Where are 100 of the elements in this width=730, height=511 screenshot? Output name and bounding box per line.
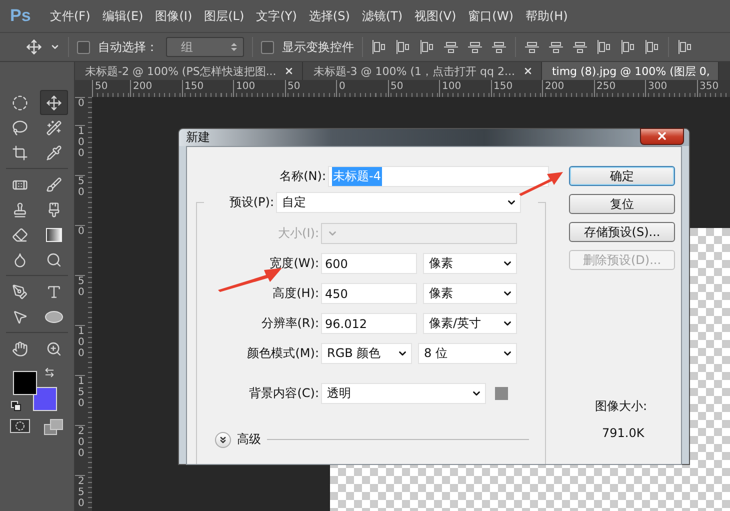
text-tool-icon — [46, 284, 62, 300]
move-icon[interactable] — [26, 39, 42, 55]
align-icon[interactable] — [443, 39, 459, 55]
eraser-icon — [12, 226, 28, 242]
unit-dropdown[interactable]: 像素 — [423, 283, 517, 304]
resolution-field[interactable]: 96.012 — [321, 313, 417, 334]
checkbox-label: 自动选择： — [98, 38, 158, 56]
ruler-label: 200 — [75, 425, 85, 475]
field-label: 分辨率(R): — [260, 315, 319, 332]
background-color-swatch[interactable] — [33, 387, 57, 411]
brush-icon — [46, 176, 62, 192]
menu-item[interactable]: 图层(L) — [198, 8, 250, 24]
move-tool[interactable] — [40, 90, 68, 115]
ruler-label: 0 — [75, 97, 85, 125]
align-icon[interactable] — [371, 39, 387, 55]
hand-icon — [12, 340, 28, 356]
field-label: 名称(N): — [278, 168, 326, 185]
magic-wand-icon — [46, 120, 62, 136]
ruler-label: 150 — [75, 375, 85, 425]
ruler-label: 100 — [75, 125, 85, 175]
align-icon[interactable] — [524, 39, 540, 55]
caret-icon[interactable] — [50, 42, 60, 52]
menu-item[interactable]: 图像(I) — [149, 8, 198, 24]
bit-depth-dropdown[interactable]: 8 位 — [418, 343, 517, 364]
brush-icon — [46, 202, 62, 218]
name-value: 未标题-4 — [332, 167, 382, 186]
align-icon[interactable] — [572, 39, 588, 55]
ruler-label: 250 — [75, 475, 85, 511]
menu-item[interactable]: 窗口(W) — [462, 8, 520, 24]
height-field[interactable]: 450 — [321, 283, 417, 304]
field-label: 背景内容(C): — [248, 385, 319, 402]
target-dropdown[interactable]: 组 — [166, 37, 244, 57]
expand-button[interactable] — [215, 432, 231, 448]
field-label: 大小(I): — [277, 225, 319, 242]
align-icon[interactable] — [467, 39, 483, 55]
menu-item[interactable]: 帮助(H) — [519, 8, 574, 24]
magnifier-icon — [46, 252, 62, 268]
swap-colors-icon[interactable] — [44, 367, 55, 378]
dialog-button[interactable]: 确定 — [569, 166, 675, 186]
advanced-label: 高级 — [237, 431, 261, 448]
menu-item[interactable]: 文字(Y) — [250, 8, 303, 24]
tab-title: timg (8).jpg @ 100% (图层 0, — [552, 64, 710, 78]
checkbox[interactable] — [77, 40, 90, 54]
move-icon — [46, 94, 62, 110]
align-icon[interactable] — [395, 39, 411, 55]
align-icon[interactable] — [644, 39, 660, 55]
pointer-icon — [12, 308, 28, 324]
unit-dropdown[interactable]: 像素 — [423, 253, 517, 274]
menu-item[interactable]: 视图(V) — [408, 8, 462, 24]
image-size-label: 图像大小: — [595, 398, 648, 415]
tab-title: 未标题-3 @ 100% (1，点击打开 qq 2... — [313, 64, 515, 78]
background-dropdown[interactable]: 透明 — [321, 383, 486, 404]
color-mode-dropdown[interactable]: RGB 颜色 — [321, 343, 412, 364]
document-tab[interactable]: timg (8).jpg @ 100% (图层 0, — [542, 62, 719, 80]
unit-dropdown[interactable]: 像素/英寸 — [423, 313, 517, 334]
foreground-color-swatch[interactable] — [13, 371, 37, 395]
align-icon[interactable] — [596, 39, 612, 55]
field-label: 高度(H): — [272, 285, 319, 302]
screen-mode-icon[interactable] — [44, 419, 64, 435]
document-tab[interactable]: 未标题-3 @ 100% (1，点击打开 qq 2... — [303, 62, 542, 80]
lasso-icon — [12, 120, 28, 136]
close-icon[interactable] — [522, 66, 533, 76]
menu-item[interactable]: 文件(F) — [44, 8, 96, 24]
checkbox[interactable] — [261, 40, 274, 54]
ruler-label: 0 — [75, 225, 85, 275]
background-color-swatch[interactable] — [495, 387, 508, 400]
stamp-icon — [12, 202, 28, 218]
width-field[interactable]: 600 — [321, 253, 417, 274]
gradient-icon — [46, 228, 62, 242]
close-icon — [656, 130, 668, 142]
double-chevron-icon — [218, 434, 228, 444]
ruler-label: 50 — [75, 175, 85, 225]
field-label: 颜色模式(M): — [246, 345, 319, 362]
menu-item[interactable]: 选择(S) — [302, 8, 356, 24]
zoom-icon — [46, 340, 62, 356]
align-icon[interactable] — [620, 39, 636, 55]
pen-icon — [12, 284, 28, 300]
dialog-title: 新建 — [186, 129, 210, 146]
close-icon[interactable] — [284, 66, 294, 76]
default-colors-icon[interactable] — [11, 401, 21, 411]
menu-item[interactable]: 滤镜(T) — [356, 8, 409, 24]
dialog-button[interactable]: 复位 — [569, 194, 675, 214]
preset-dropdown[interactable]: 自定 — [276, 192, 521, 213]
droplet-icon — [12, 252, 28, 268]
dialog-button[interactable]: 存储预设(S)... — [569, 222, 675, 242]
align-icon[interactable] — [677, 39, 693, 55]
menu-item[interactable]: 编辑(E) — [96, 8, 150, 24]
ruler-label: 100 — [75, 325, 85, 375]
marquee-icon — [12, 94, 28, 110]
arrow-drawing — [518, 170, 564, 196]
document-tab[interactable]: 未标题-2 @ 100% (PS怎样快速把图... — [75, 62, 304, 80]
checkbox-label: 显示变换控件 — [282, 38, 354, 56]
align-icon[interactable] — [419, 39, 435, 55]
align-icon[interactable] — [548, 39, 564, 55]
spinner-icon — [231, 42, 237, 52]
quick-mask-icon[interactable] — [10, 419, 30, 433]
align-icon[interactable] — [491, 39, 507, 55]
close-button[interactable] — [640, 128, 684, 144]
image-size-value: 791.0K — [602, 426, 644, 440]
tab-title: 未标题-2 @ 100% (PS怎样快速把图... — [85, 64, 276, 78]
